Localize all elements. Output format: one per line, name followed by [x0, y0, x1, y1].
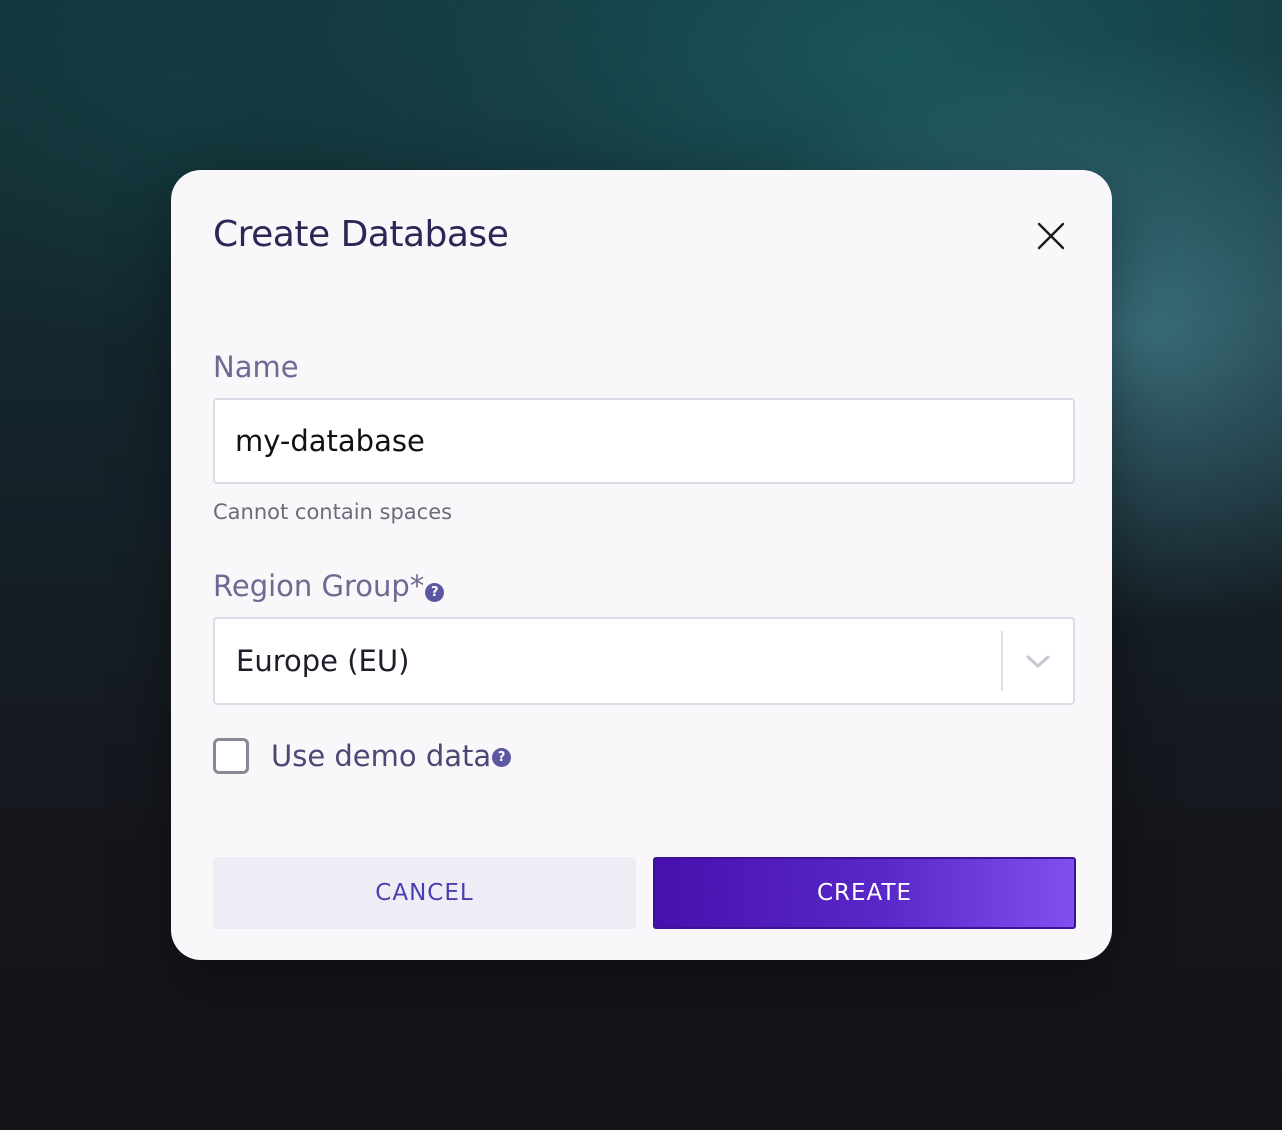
region-group-select[interactable]: Europe (EU) — [213, 617, 1075, 705]
region-group-selected-value: Europe (EU) — [236, 644, 410, 678]
dialog-title: Create Database — [213, 214, 509, 255]
demo-data-checkbox[interactable] — [213, 738, 249, 774]
close-button[interactable] — [1031, 216, 1071, 256]
question-circle-icon[interactable]: ? — [492, 747, 512, 767]
close-icon — [1037, 222, 1065, 250]
name-label: Name — [213, 350, 299, 384]
name-helper-text: Cannot contain spaces — [213, 500, 453, 524]
select-divider — [1001, 631, 1003, 691]
question-circle-icon[interactable]: ? — [425, 583, 445, 602]
chevron-down-icon[interactable] — [1023, 649, 1053, 675]
create-button[interactable]: CREATE — [653, 857, 1076, 929]
cancel-button[interactable]: CANCEL — [213, 857, 636, 929]
demo-data-label: Use demo data — [271, 739, 492, 773]
region-group-label-text: Region Group* — [213, 569, 425, 603]
region-group-label: Region Group* ? — [213, 569, 445, 603]
create-database-dialog: Create Database Name Cannot contain spac… — [171, 170, 1112, 960]
demo-data-option[interactable]: Use demo data ? — [213, 738, 512, 774]
name-input[interactable] — [213, 398, 1075, 484]
